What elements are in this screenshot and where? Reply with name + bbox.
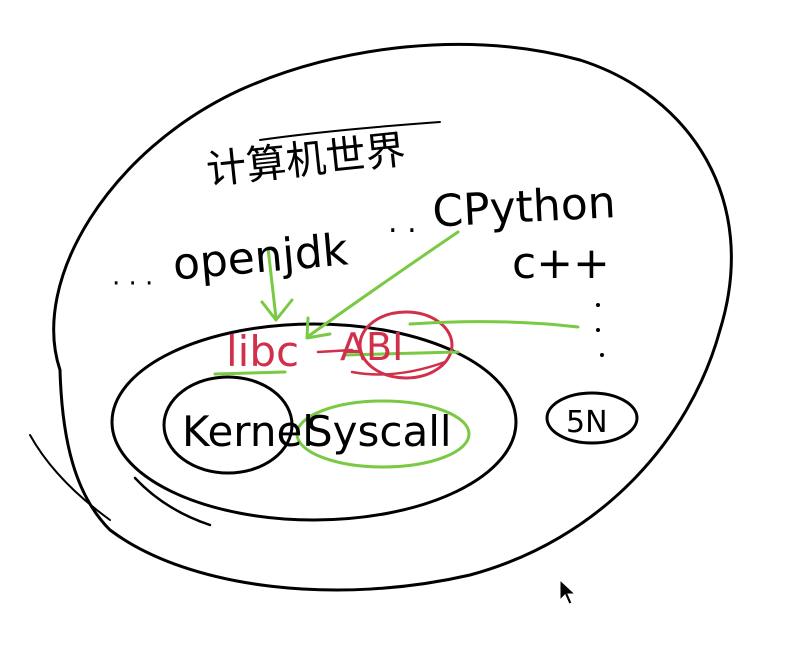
arrow-cpp-to-abi (408, 320, 580, 329)
kernel-label: Kernel (182, 407, 314, 456)
syscall-label: Syscall (306, 407, 452, 456)
cpython-label: CPython (431, 177, 617, 238)
small-circle-label: 5N (566, 405, 608, 440)
diagram-svg: 计算机世界 openjdk · · · . . CPython c++ libc… (29, 42, 733, 605)
libc-label: libc (226, 327, 299, 376)
dots-left: · · · (112, 269, 153, 299)
dots-right-vertical (596, 303, 604, 357)
abi-label: ABI (340, 325, 403, 369)
openjdk-label: openjdk (171, 224, 351, 290)
separator-dots: . . (388, 205, 417, 240)
title-text: 计算机世界 (204, 127, 408, 194)
cpp-label: c++ (512, 238, 610, 289)
mouse-pointer-icon (559, 578, 577, 605)
whiteboard-canvas: 计算机世界 openjdk · · · . . CPython c++ libc… (0, 0, 786, 662)
arrow-openjdk-to-libc-head (260, 298, 294, 322)
